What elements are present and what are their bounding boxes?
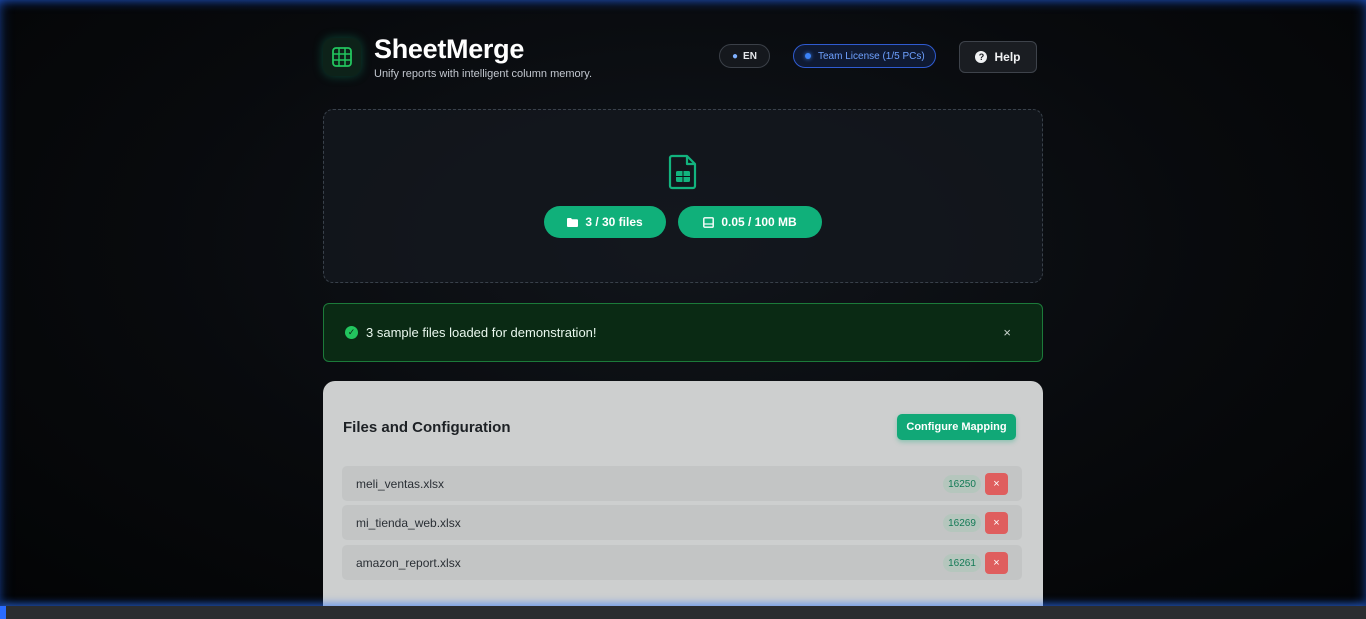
file-dropzone[interactable]: 3 / 30 files 0.05 / 100 MB [323, 109, 1043, 283]
license-badge[interactable]: Team License (1/5 PCs) [793, 44, 936, 68]
storage-size-badge: 0.05 / 100 MB [678, 206, 822, 238]
app-title: SheetMerge [374, 34, 525, 64]
file-row: amazon_report.xlsx 16261 × [342, 545, 1022, 580]
question-circle-icon: ? [975, 51, 988, 63]
hard-drive-icon [703, 216, 715, 228]
card-title: Files and Configuration [343, 419, 511, 436]
files-count-label: 3 / 30 files [585, 215, 643, 229]
language-selector[interactable]: ● EN [719, 44, 770, 68]
close-icon[interactable]: × [1003, 325, 1011, 340]
file-row: mi_tienda_web.xlsx 16269 × [342, 505, 1022, 540]
taskbar-strip [0, 606, 1366, 619]
row-count-badge: 16261 [943, 554, 981, 572]
storage-size-label: 0.05 / 100 MB [721, 215, 797, 229]
taskbar-accent [0, 606, 6, 619]
folder-icon [567, 217, 579, 227]
header: SheetMerge Unify reports with intelligen… [323, 34, 1043, 90]
success-alert: ✓ 3 sample files loaded for demonstratio… [323, 303, 1043, 362]
files-count-badge: 3 / 30 files [544, 206, 666, 238]
file-name: meli_ventas.xlsx [356, 477, 445, 491]
remove-file-button[interactable]: × [985, 512, 1008, 534]
license-status-dot [805, 53, 811, 59]
row-count-badge: 16269 [943, 514, 981, 532]
license-label: Team License (1/5 PCs) [818, 50, 925, 62]
globe-icon: ● [732, 50, 739, 62]
row-count-badge: 16250 [943, 475, 981, 493]
check-circle-icon: ✓ [345, 326, 358, 339]
remove-file-button[interactable]: × [985, 473, 1008, 495]
remove-file-button[interactable]: × [985, 552, 1008, 574]
spreadsheet-grid-icon [323, 38, 361, 76]
file-spreadsheet-icon [668, 154, 698, 195]
configure-mapping-button[interactable]: Configure Mapping [897, 414, 1016, 440]
files-config-card: Files and Configuration Configure Mappin… [323, 381, 1043, 606]
help-button[interactable]: ? Help [959, 41, 1037, 73]
help-label: Help [994, 50, 1021, 64]
file-row: meli_ventas.xlsx 16250 × [342, 466, 1022, 501]
app-window: SheetMerge Unify reports with intelligen… [0, 0, 1366, 606]
app-subtitle: Unify reports with intelligent column me… [374, 68, 593, 80]
language-label: EN [743, 50, 757, 62]
file-name: amazon_report.xlsx [356, 556, 461, 570]
alert-message: 3 sample files loaded for demonstration! [366, 325, 597, 340]
file-name: mi_tienda_web.xlsx [356, 516, 461, 530]
